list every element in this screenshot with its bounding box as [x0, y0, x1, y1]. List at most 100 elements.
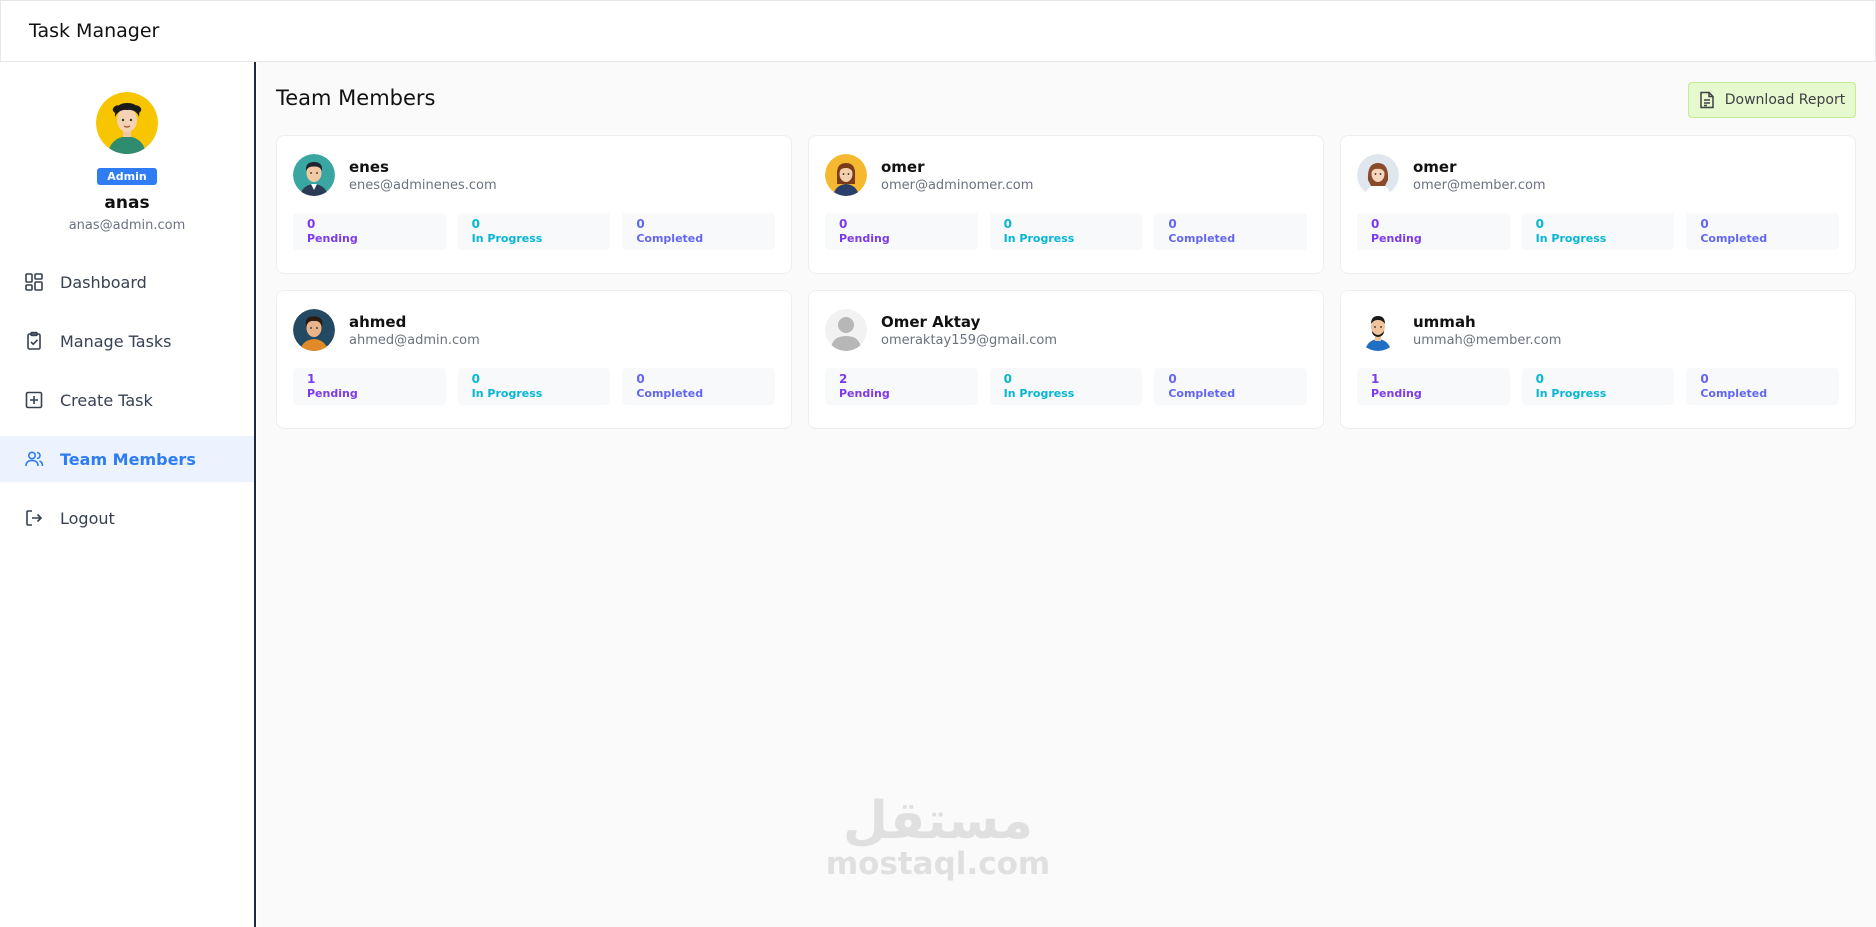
stat-count: 0: [1371, 217, 1380, 231]
stat-pending: 1 Pending: [293, 368, 446, 405]
stat-count: 0: [1700, 217, 1709, 231]
member-card: ummah ummah@member.com 1 Pending 0 In Pr…: [1340, 290, 1856, 429]
stat-count: 0: [1168, 372, 1177, 386]
profile-email: anas@admin.com: [68, 218, 186, 233]
member-name: omer: [1413, 157, 1457, 176]
main-content: Team Members Download Report enes enes@a…: [258, 62, 1876, 927]
stat-in-progress: 0 In Progress: [989, 213, 1143, 250]
stat-completed: 0 Completed: [1686, 368, 1840, 405]
stat-completed: 0 Completed: [622, 368, 776, 405]
sidebar-item-create-task[interactable]: Create Task: [0, 377, 254, 423]
watermark: مستقل mostaql.com: [823, 795, 1053, 881]
stat-label: Completed: [1700, 232, 1768, 245]
stat-pending: 0 Pending: [825, 213, 978, 250]
stat-label: Completed: [636, 387, 704, 400]
stat-label: In Progress: [1003, 232, 1075, 245]
member-name: Omer Aktay: [881, 312, 981, 331]
stat-label: Pending: [839, 232, 890, 245]
stat-count: 2: [839, 372, 848, 386]
member-email: ummah@member.com: [1413, 332, 1562, 348]
member-card: enes enes@adminenes.com 0 Pending 0 In P…: [276, 135, 792, 274]
role-badge: Admin: [97, 168, 157, 185]
member-avatar: [293, 309, 335, 351]
member-email: ahmed@admin.com: [349, 332, 480, 348]
page-title: Team Members: [276, 86, 436, 110]
stat-pending: 2 Pending: [825, 368, 978, 405]
stat-label: In Progress: [1535, 232, 1607, 245]
users-icon: [24, 449, 44, 469]
stat-pending: 1 Pending: [1357, 368, 1510, 405]
member-card: Omer Aktay omeraktay159@gmail.com 2 Pend…: [808, 290, 1324, 429]
stat-label: Completed: [636, 232, 704, 245]
member-card: omer omer@adminomer.com 0 Pending 0 In P…: [808, 135, 1324, 274]
sidebar-item-label: Dashboard: [60, 272, 147, 292]
member-card: ahmed ahmed@admin.com 1 Pending 0 In Pro…: [276, 290, 792, 429]
stat-label: In Progress: [1003, 387, 1075, 400]
clipboard-check-icon: [24, 331, 44, 351]
member-email: enes@adminenes.com: [349, 177, 497, 193]
stat-count: 1: [1371, 372, 1380, 386]
team-members-grid: enes enes@adminenes.com 0 Pending 0 In P…: [276, 135, 1856, 429]
member-avatar: [1357, 154, 1399, 196]
plus-square-icon: [24, 390, 44, 410]
stat-label: Pending: [307, 387, 358, 400]
member-name: ummah: [1413, 312, 1476, 331]
stat-count: 0: [1535, 217, 1545, 231]
stat-in-progress: 0 In Progress: [457, 368, 611, 405]
dashboard-grid-icon: [24, 272, 44, 292]
sidebar-item-label: Team Members: [60, 449, 196, 469]
profile-avatar: [96, 92, 158, 154]
member-name: omer: [881, 157, 925, 176]
stat-in-progress: 0 In Progress: [1521, 368, 1675, 405]
file-text-icon: [1699, 91, 1715, 109]
stat-label: Completed: [1700, 387, 1768, 400]
sidebar-nav: Dashboard Manage Tasks Create Task Team …: [0, 259, 254, 541]
stat-completed: 0 Completed: [1154, 213, 1308, 250]
stat-count: 0: [471, 372, 481, 386]
sidebar-item-dashboard[interactable]: Dashboard: [0, 259, 254, 305]
logout-icon: [24, 508, 44, 528]
stat-count: 0: [1700, 372, 1709, 386]
download-report-button[interactable]: Download Report: [1688, 82, 1856, 118]
stat-label: In Progress: [471, 387, 543, 400]
sidebar-item-manage-tasks[interactable]: Manage Tasks: [0, 318, 254, 364]
stat-label: Completed: [1168, 387, 1236, 400]
stat-completed: 0 Completed: [1154, 368, 1308, 405]
top-bar: Task Manager: [0, 0, 1876, 62]
stat-count: 0: [1003, 372, 1013, 386]
member-name: enes: [349, 157, 389, 176]
stat-label: In Progress: [471, 232, 543, 245]
sidebar-item-team-members[interactable]: Team Members: [0, 436, 254, 482]
stat-completed: 0 Completed: [1686, 213, 1840, 250]
stat-in-progress: 0 In Progress: [1521, 213, 1675, 250]
sidebar-item-label: Manage Tasks: [60, 331, 172, 351]
stat-count: 1: [307, 372, 316, 386]
stat-label: Pending: [1371, 387, 1422, 400]
stat-label: Pending: [839, 387, 890, 400]
member-avatar: [1357, 309, 1399, 351]
sidebar-item-label: Create Task: [60, 390, 153, 410]
stat-count: 0: [307, 217, 316, 231]
sidebar: Admin anas anas@admin.com Dashboard Mana…: [0, 62, 256, 927]
stat-label: Pending: [307, 232, 358, 245]
stat-count: 0: [1535, 372, 1545, 386]
download-report-label: Download Report: [1724, 92, 1846, 108]
member-email: omer@member.com: [1413, 177, 1546, 193]
profile-name: anas: [104, 193, 150, 213]
stat-in-progress: 0 In Progress: [457, 213, 611, 250]
profile-card: Admin anas anas@admin.com: [0, 62, 254, 233]
member-email: omer@adminomer.com: [881, 177, 1034, 193]
stat-count: 0: [636, 217, 645, 231]
member-avatar: [825, 309, 867, 351]
stat-label: Completed: [1168, 232, 1236, 245]
stat-label: In Progress: [1535, 387, 1607, 400]
sidebar-item-logout[interactable]: Logout: [0, 495, 254, 541]
member-avatar: [825, 154, 867, 196]
stat-count: 0: [471, 217, 481, 231]
member-name: ahmed: [349, 312, 407, 331]
watermark-arabic: مستقل: [842, 791, 1034, 851]
member-email: omeraktay159@gmail.com: [881, 332, 1058, 348]
member-card: omer omer@member.com 0 Pending 0 In Prog…: [1340, 135, 1856, 274]
stat-count: 0: [839, 217, 848, 231]
stat-count: 0: [1168, 217, 1177, 231]
